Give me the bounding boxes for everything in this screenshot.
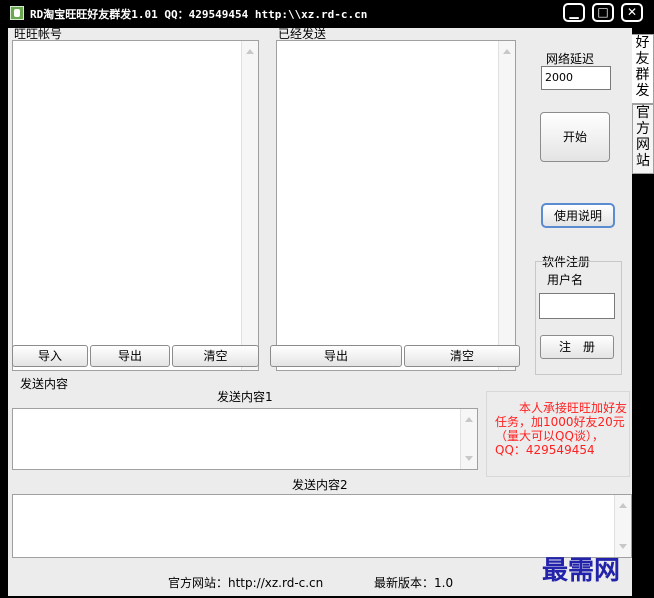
scroll-up-icon[interactable] xyxy=(465,417,473,422)
sent-list[interactable] xyxy=(276,40,516,371)
tab-friend-broadcast[interactable]: 好友群发 xyxy=(632,34,654,104)
delay-label: 网络延迟 xyxy=(546,52,595,66)
clear-accounts-button[interactable]: 清空 xyxy=(172,345,259,367)
scroll-down-icon[interactable] xyxy=(465,456,473,461)
help-button[interactable]: 使用说明 xyxy=(541,203,615,228)
client-area: 旺旺帐号 导入 导出 清空 已经发送 导出 清空 网络延迟 2000 开始 使用… xyxy=(8,27,654,596)
content2-textarea[interactable] xyxy=(12,494,632,558)
accounts-list[interactable] xyxy=(12,40,259,371)
username-label: 用户名 xyxy=(545,271,586,288)
content1-scrollbar[interactable] xyxy=(460,409,477,469)
app-window: RD淘宝旺旺好友群发1.01 QQ：429549454 http:\\xz.rd… xyxy=(0,0,654,598)
export-sent-button[interactable]: 导出 xyxy=(270,345,402,367)
content2-scrollbar[interactable] xyxy=(614,495,631,557)
minimize-button[interactable]: ▁ xyxy=(563,3,585,22)
scroll-up-icon[interactable] xyxy=(503,49,511,54)
accounts-scrollbar[interactable] xyxy=(241,41,258,370)
content1-textarea[interactable] xyxy=(12,408,478,470)
username-input[interactable] xyxy=(539,293,615,319)
clear-sent-button[interactable]: 清空 xyxy=(404,345,520,367)
delay-input[interactable]: 2000 xyxy=(541,66,611,90)
export-accounts-button[interactable]: 导出 xyxy=(90,345,170,367)
close-button[interactable]: ✕ xyxy=(621,3,643,22)
import-button[interactable]: 导入 xyxy=(12,345,88,367)
app-icon xyxy=(10,6,24,20)
maximize-button[interactable]: □ xyxy=(592,3,614,22)
footer-version: 最新版本：1.0 xyxy=(374,576,454,590)
content1-label: 发送内容1 xyxy=(217,390,273,404)
tab-official-site[interactable]: 官方网站 xyxy=(632,104,654,174)
footer-site: 官方网站：http://xz.rd-c.cn xyxy=(168,576,324,590)
scroll-up-icon[interactable] xyxy=(619,503,627,508)
title-bar[interactable]: RD淘宝旺旺好友群发1.01 QQ：429549454 http:\\xz.rd… xyxy=(0,0,654,28)
scroll-down-icon[interactable] xyxy=(619,544,627,549)
notice-text: 本人承接旺旺加好友任务，加1000好友20元（量大可以QQ谈），QQ：42954… xyxy=(495,401,628,457)
scroll-up-icon[interactable] xyxy=(246,49,254,54)
send-section-label: 发送内容 xyxy=(20,377,69,391)
start-button[interactable]: 开始 xyxy=(540,112,610,162)
content2-label: 发送内容2 xyxy=(292,478,348,492)
watermark-text: 最需网 xyxy=(542,556,621,586)
register-button[interactable]: 注 册 xyxy=(540,335,614,359)
window-title: RD淘宝旺旺好友群发1.01 QQ：429549454 http:\\xz.rd… xyxy=(30,8,368,21)
sent-scrollbar[interactable] xyxy=(498,41,515,370)
